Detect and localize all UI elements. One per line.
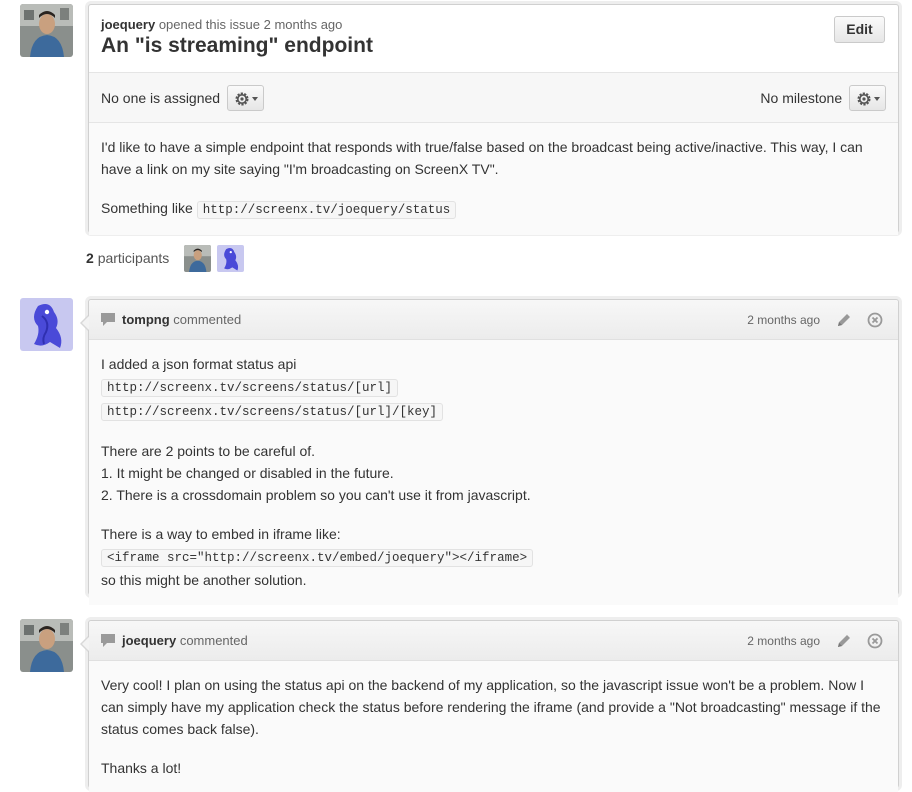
milestone-text: No milestone bbox=[760, 90, 843, 106]
embed-intro: There is a way to embed in iframe like: bbox=[101, 526, 341, 542]
participants-count: 2 bbox=[86, 250, 94, 266]
participant-avatar-joequery[interactable] bbox=[184, 245, 211, 272]
iframe-embed-code: <iframe src="http://screenx.tv/embed/joe… bbox=[101, 549, 534, 567]
avatar-joequery-comment[interactable] bbox=[20, 619, 73, 672]
participants-bar: 2 participants bbox=[86, 245, 169, 272]
comment-body-intro: I added a json format status api http://… bbox=[101, 353, 886, 423]
issue-body-example: Something like http://screenx.tv/joequer… bbox=[101, 197, 886, 221]
issue-body-paragraph: I'd like to have a simple endpoint that … bbox=[101, 139, 863, 177]
status-url-code: http://screenx.tv/screens/status/[url] bbox=[101, 379, 399, 397]
point-one: 1. It might be changed or disabled in th… bbox=[101, 465, 394, 481]
gear-icon bbox=[235, 92, 249, 106]
comment-box-tompng: tompng commented 2 months ago I added a … bbox=[80, 299, 899, 605]
pencil-icon[interactable] bbox=[836, 633, 852, 649]
close-circle-icon[interactable] bbox=[867, 312, 883, 328]
comment-body-points: There are 2 points to be careful of. 1. … bbox=[101, 440, 886, 506]
assignee-gear-button[interactable] bbox=[226, 85, 264, 111]
point-two: 2. There is a crossdomain problem so you… bbox=[101, 487, 531, 503]
issue-opened-line: joequery opened this issue 2 months ago bbox=[101, 17, 886, 32]
assignee-text: No one is assigned bbox=[101, 90, 221, 106]
assignee-section: No one is assigned bbox=[101, 85, 264, 111]
participant-avatar-tompng[interactable] bbox=[217, 245, 244, 272]
embed-outro: so this might be another solution. bbox=[101, 572, 307, 588]
issue-box: joequery opened this issue 2 months ago … bbox=[88, 4, 899, 235]
edit-button[interactable]: Edit bbox=[834, 16, 885, 43]
chevron-down-icon bbox=[874, 97, 880, 101]
chevron-down-icon bbox=[251, 97, 258, 101]
avatar-joequery[interactable] bbox=[20, 4, 73, 57]
comment-timestamp[interactable]: 2 months ago bbox=[747, 621, 820, 661]
comment-author-link[interactable]: joequery bbox=[122, 633, 176, 648]
gear-icon bbox=[857, 92, 871, 106]
example-prefix: Something like bbox=[101, 200, 193, 216]
comment-box-joequery: joequery commented 2 months ago Very coo… bbox=[80, 620, 899, 792]
points-intro: There are 2 points to be careful of. bbox=[101, 443, 316, 459]
milestone-section: No milestone bbox=[760, 85, 886, 111]
comment-body-thanks: Thanks a lot! bbox=[101, 760, 182, 776]
comment-body: I added a json format status api http://… bbox=[89, 340, 898, 605]
close-circle-icon[interactable] bbox=[867, 633, 883, 649]
issue-opened-text: opened this issue 2 months ago bbox=[158, 17, 343, 32]
comment-body-paragraph: Very cool! I plan on using the status ap… bbox=[101, 677, 881, 737]
comment-header: joequery commented 2 months ago bbox=[89, 621, 898, 661]
issue-author-link[interactable]: joequery bbox=[101, 17, 155, 32]
issue-title: An "is streaming" endpoint bbox=[101, 34, 373, 57]
milestone-gear-button[interactable] bbox=[849, 85, 886, 111]
participants-label: participants bbox=[97, 250, 170, 266]
comment-body-embed: There is a way to embed in iframe like: … bbox=[101, 523, 886, 591]
comment-author-line: tompng commented bbox=[122, 300, 241, 340]
issue-meta-bar: No one is assigned No milestone bbox=[89, 73, 898, 123]
status-key-url-code: http://screenx.tv/screens/status/[url]/[… bbox=[101, 403, 444, 421]
chat-bubble-icon bbox=[101, 634, 115, 647]
issue-header: joequery opened this issue 2 months ago … bbox=[89, 5, 898, 73]
comment-intro-text: I added a json format status api bbox=[101, 356, 297, 372]
comment-timestamp[interactable]: 2 months ago bbox=[747, 300, 820, 340]
comment-author-link[interactable]: tompng bbox=[122, 312, 170, 327]
example-url-code: http://screenx.tv/joequery/status bbox=[196, 201, 457, 219]
comment-action: commented bbox=[179, 633, 248, 648]
pencil-icon[interactable] bbox=[836, 312, 852, 328]
comment-body: Very cool! I plan on using the status ap… bbox=[89, 661, 898, 792]
comment-author-line: joequery commented bbox=[122, 621, 248, 661]
comment-header: tompng commented 2 months ago bbox=[89, 300, 898, 340]
avatar-tompng[interactable] bbox=[20, 298, 73, 351]
issue-body: I'd like to have a simple endpoint that … bbox=[89, 123, 898, 235]
comment-action: commented bbox=[173, 312, 242, 327]
chat-bubble-icon bbox=[101, 313, 115, 326]
